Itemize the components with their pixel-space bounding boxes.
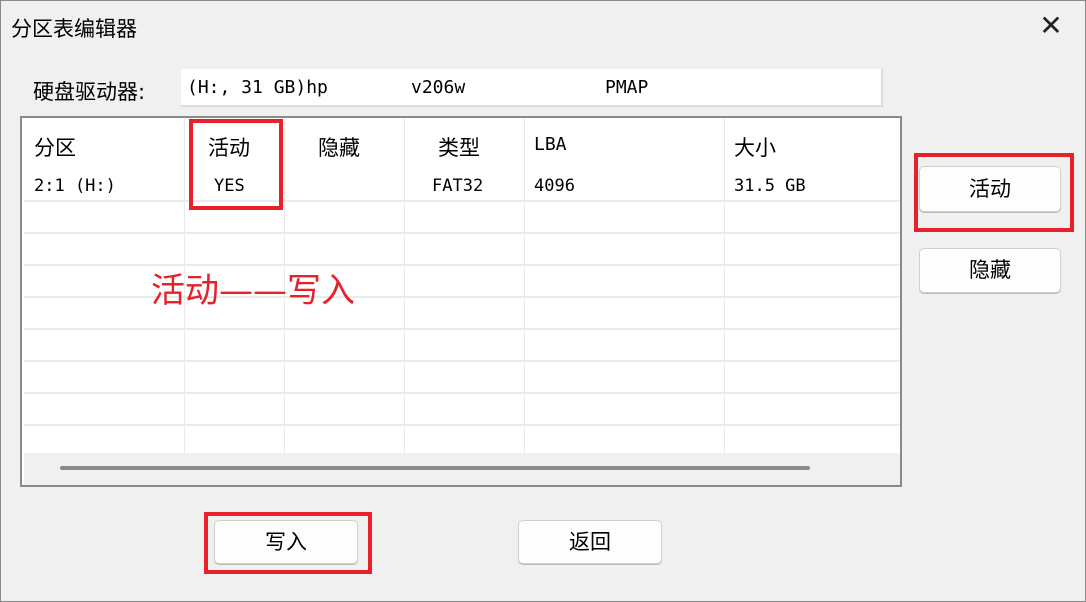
- window-title: 分区表编辑器: [11, 17, 137, 41]
- close-icon[interactable]: ✕: [1031, 6, 1071, 46]
- highlight-active-column: [189, 119, 283, 210]
- drive-field[interactable]: (H:, 31 GB)hp v206w PMAP: [181, 69, 883, 107]
- column-header[interactable]: 大小: [734, 132, 776, 162]
- column-header[interactable]: LBA: [534, 134, 567, 155]
- annotation-text: 活动——写入: [151, 271, 355, 311]
- drive-model: v206w: [411, 77, 466, 98]
- cell-partition: 2:1 (H:): [34, 176, 116, 196]
- column-header[interactable]: 分区: [34, 132, 76, 162]
- column-header[interactable]: 隐藏: [318, 132, 360, 162]
- back-button[interactable]: 返回: [518, 520, 662, 564]
- drive-name: (H:, 31 GB)hp: [187, 77, 328, 98]
- highlight-write-button: [204, 512, 372, 574]
- cell-type: FAT32: [432, 176, 484, 196]
- highlight-active-button: [914, 153, 1074, 232]
- scrollbar-thumb[interactable]: [60, 466, 810, 470]
- cell-size: 31.5 GB: [734, 176, 806, 196]
- drive-label: 硬盘驱动器:: [33, 80, 146, 104]
- column-header[interactable]: 类型: [438, 132, 480, 162]
- drive-scheme: PMAP: [605, 77, 649, 98]
- hide-button[interactable]: 隐藏: [919, 248, 1061, 293]
- horizontal-scrollbar[interactable]: [24, 453, 900, 485]
- cell-lba: 4096: [534, 176, 575, 196]
